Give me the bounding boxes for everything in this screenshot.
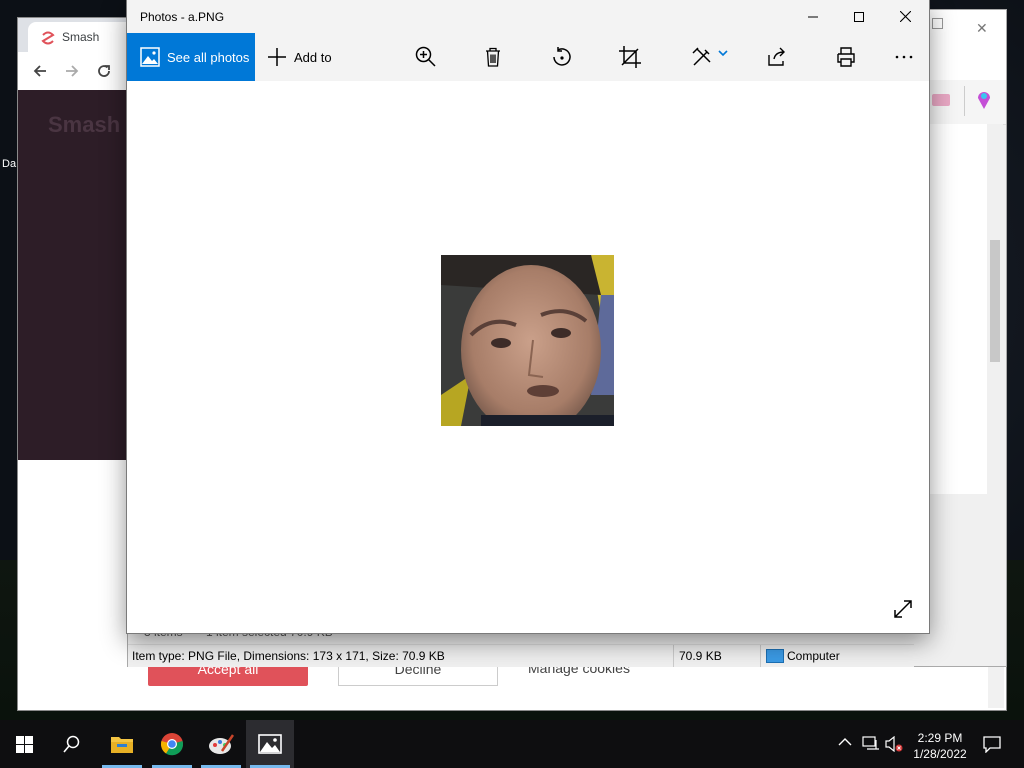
volume-muted-icon[interactable] xyxy=(885,736,903,752)
explorer-content-pane xyxy=(928,124,1003,494)
explorer-titlebar-visible: ✕ xyxy=(928,10,1006,80)
computer-icon xyxy=(766,649,784,663)
clock-time: 2:29 PM xyxy=(917,731,963,745)
explorer-ribbon xyxy=(928,80,1006,125)
see-all-photos-label: See all photos xyxy=(167,50,250,65)
notifications-icon[interactable] xyxy=(983,735,1001,753)
close-icon xyxy=(899,11,911,22)
zoom-in-icon[interactable] xyxy=(414,45,438,69)
plus-icon xyxy=(267,47,287,67)
photos-window: Photos - a.PNG See all photos Add to xyxy=(127,0,929,633)
explorer-scrollbar[interactable] xyxy=(987,124,1003,494)
more-icon[interactable] xyxy=(892,45,916,69)
paint-icon xyxy=(208,733,234,755)
eraser-icon[interactable] xyxy=(932,94,950,106)
fullscreen-expand-icon[interactable] xyxy=(891,597,915,621)
photos-icon xyxy=(258,734,282,754)
taskbar-file-explorer[interactable] xyxy=(98,720,146,768)
photos-gallery-icon xyxy=(140,47,160,67)
rotate-icon[interactable] xyxy=(550,45,574,69)
smash-logo: Smash xyxy=(48,112,121,137)
window-title: Photos - a.PNG xyxy=(140,10,225,24)
location-text: Computer xyxy=(787,649,840,663)
search-button[interactable] xyxy=(48,720,96,768)
search-icon xyxy=(63,735,81,753)
scrollbar-thumb[interactable] xyxy=(990,240,1000,362)
ribbon-divider xyxy=(964,86,965,116)
close-button[interactable] xyxy=(882,0,928,33)
page-hero: Smash xyxy=(18,90,128,460)
windows-start-icon xyxy=(15,735,33,753)
network-icon[interactable] xyxy=(862,736,880,752)
maximize-icon xyxy=(854,11,864,22)
divider xyxy=(760,645,761,667)
divider xyxy=(673,645,674,667)
smash-favicon-icon xyxy=(40,30,56,46)
maximize-icon[interactable] xyxy=(932,18,943,29)
chrome-icon xyxy=(160,732,184,756)
system-clock[interactable]: 2:29 PM 1/28/2022 xyxy=(905,730,975,762)
browser-tab-title: Smash xyxy=(62,30,100,44)
share-icon[interactable] xyxy=(765,45,789,69)
photos-toolbar: See all photos Add to xyxy=(127,33,929,81)
paint3d-icon[interactable] xyxy=(976,90,992,110)
photos-titlebar[interactable]: Photos - a.PNG xyxy=(127,0,929,33)
minimize-icon xyxy=(808,12,818,22)
see-all-photos-button[interactable]: See all photos xyxy=(127,33,255,81)
size-text: 70.9 KB xyxy=(679,649,722,663)
start-button[interactable] xyxy=(0,720,48,768)
add-to-label: Add to xyxy=(294,50,332,65)
chevron-down-icon[interactable] xyxy=(718,49,728,57)
forward-icon[interactable] xyxy=(64,63,80,79)
clock-date: 1/28/2022 xyxy=(913,747,967,761)
minimize-button[interactable] xyxy=(790,0,836,33)
file-explorer-icon xyxy=(110,734,134,754)
taskbar: 2:29 PM 1/28/2022 xyxy=(0,720,1024,768)
close-icon[interactable]: ✕ xyxy=(976,20,988,37)
desktop-icon-label[interactable]: Da xyxy=(2,158,16,170)
taskbar-photos[interactable] xyxy=(246,720,294,768)
explorer-details-bar: Item type: PNG File, Dimensions: 173 x 1… xyxy=(128,644,914,667)
chevron-up-icon[interactable] xyxy=(838,737,852,747)
delete-icon[interactable] xyxy=(481,45,505,69)
taskbar-chrome[interactable] xyxy=(148,720,196,768)
print-icon[interactable] xyxy=(834,45,858,69)
taskbar-paint[interactable] xyxy=(197,720,245,768)
back-icon[interactable] xyxy=(32,63,48,79)
edit-create-icon[interactable] xyxy=(690,45,714,69)
reload-icon[interactable] xyxy=(96,63,112,79)
maximize-button[interactable] xyxy=(836,0,882,33)
displayed-photo[interactable] xyxy=(441,255,614,426)
details-text: Item type: PNG File, Dimensions: 173 x 1… xyxy=(132,649,445,663)
crop-icon[interactable] xyxy=(618,45,642,69)
